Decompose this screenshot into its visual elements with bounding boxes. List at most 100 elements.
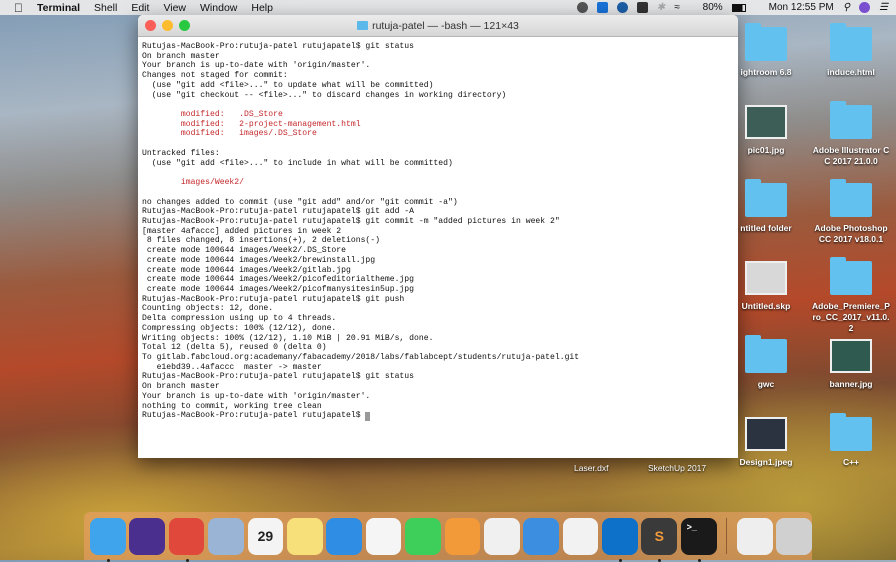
minimize-button[interactable] xyxy=(162,20,173,31)
notification-center-icon[interactable]: ☰ xyxy=(879,2,888,13)
terminal-output[interactable]: Rutujas-MacBook-Pro:rutuja-patel rutujap… xyxy=(138,37,738,426)
dock-itunes-icon[interactable] xyxy=(562,517,599,555)
dock-teamviewer-icon[interactable] xyxy=(602,517,638,562)
running-indicator xyxy=(658,558,662,562)
dock-photos-icon[interactable] xyxy=(365,517,402,555)
running-indicator xyxy=(107,558,110,562)
image-thumbnail-icon xyxy=(745,417,787,451)
dock-notes-icon[interactable] xyxy=(286,517,323,555)
window-title-bar[interactable]: rutuja-patel — -bash — 121×43 xyxy=(138,15,738,37)
desktop-icon-label: ntitled folder xyxy=(740,223,792,233)
desktop-label-sketchup[interactable]: SketchUp 2017 xyxy=(648,463,706,473)
terminal-line: On branch master xyxy=(142,382,220,392)
terminal-line: e1ebd39..4afaccc master -> master xyxy=(142,362,322,372)
close-button[interactable] xyxy=(145,20,156,31)
zoom-button[interactable] xyxy=(179,20,190,31)
menu-edit[interactable]: Edit xyxy=(131,2,149,14)
terminal-line: 8 files changed, 8 insertions(+), 2 dele… xyxy=(142,236,380,246)
teamviewer-icon[interactable] xyxy=(596,2,608,13)
dock-numbers-icon[interactable] xyxy=(483,517,520,555)
folder-icon xyxy=(745,179,787,217)
battery-percent[interactable]: 80% xyxy=(703,2,723,13)
dock-chrome-icon[interactable] xyxy=(168,517,205,562)
terminal-line: Your branch is up-to-date with 'origin/m… xyxy=(142,391,371,401)
desktop-icon[interactable]: C++ xyxy=(811,413,891,468)
battery-icon[interactable] xyxy=(731,3,746,12)
menu-view[interactable]: View xyxy=(163,2,186,14)
dock-document-icon[interactable] xyxy=(736,517,773,555)
dock-finder-icon[interactable] xyxy=(90,517,126,562)
desktop-icon[interactable]: banner.jpg xyxy=(811,339,891,390)
menu-bar:  Terminal Shell Edit View Window Help ✱… xyxy=(0,0,896,15)
desktop-icon[interactable]: Design1.jpeg xyxy=(726,417,806,468)
desktop-icon-label: Design1.jpeg xyxy=(739,457,793,467)
desktop-icon[interactable]: Adobe Photoshop CC 2017 v18.0.1 xyxy=(811,179,891,245)
desktop-icon-label: ightroom 6.8 xyxy=(740,67,792,77)
desktop-label-laser[interactable]: Laser.dxf xyxy=(574,463,609,473)
dock-calendar-icon[interactable]: 29 xyxy=(247,517,284,555)
terminal-line: [master 4afaccc] added pictures in week … xyxy=(142,226,342,236)
dock-pages-icon[interactable] xyxy=(444,517,481,555)
desktop-icon-label: pic01.jpg xyxy=(747,145,785,155)
image-thumbnail-icon xyxy=(745,105,787,139)
desktop-icon[interactable]: Untitled.skp xyxy=(726,261,806,312)
desktop-icon[interactable]: Adobe_Premiere_Pro_CC_2017_v11.0.2 xyxy=(811,257,891,334)
menu-help[interactable]: Help xyxy=(251,2,273,14)
terminal-line: Rutujas-MacBook-Pro:rutuja-patel rutujap… xyxy=(142,207,414,217)
clock[interactable]: Mon 12:55 PM xyxy=(769,2,834,13)
menu-shell[interactable]: Shell xyxy=(94,2,117,14)
creative-cloud-icon[interactable] xyxy=(576,2,588,13)
terminal-line: To gitlab.fabcloud.org:academany/fabacad… xyxy=(142,353,580,362)
terminal-line: no changes added to commit (use "git add… xyxy=(142,197,458,207)
desktop-icon-label: Adobe Photoshop CC 2017 v18.0.1 xyxy=(814,223,888,244)
dock-separator xyxy=(726,518,728,554)
bluetooth-icon[interactable]: ✱ xyxy=(657,2,665,13)
malwarebytes-icon[interactable] xyxy=(636,2,648,13)
dock-mail-icon[interactable] xyxy=(208,517,244,555)
terminal-line: Delta compression using up to 4 threads. xyxy=(142,314,337,324)
terminal-line: create mode 100644 images/Week2/picofedi… xyxy=(142,275,414,285)
dock-siri-icon[interactable] xyxy=(129,517,166,555)
desktop-icon-label: gwc xyxy=(757,379,775,389)
desktop-icon-label: induce.html xyxy=(827,67,875,77)
desktop-icon[interactable]: Adobe Illustrator CC 2017 21.0.0 xyxy=(811,101,891,167)
dock-facetime-icon[interactable] xyxy=(405,517,441,555)
terminal-line: Your branch is up-to-date with 'origin/m… xyxy=(142,61,371,71)
terminal-line: (use "git add <file>..." to update what … xyxy=(142,80,434,90)
siri-icon[interactable] xyxy=(859,2,871,13)
app-status-icon[interactable] xyxy=(616,2,628,13)
dock-sublime-text-icon[interactable]: S xyxy=(641,517,678,562)
wifi-icon[interactable]: ≈ xyxy=(674,2,680,13)
terminal-line: Rutujas-MacBook-Pro:rutuja-patel rutujap… xyxy=(142,216,560,226)
desktop-icon[interactable]: gwc xyxy=(726,335,806,390)
desktop-icon[interactable]: ightroom 6.8 xyxy=(726,23,806,78)
terminal-line: modified: 2-project-management.html xyxy=(142,119,361,129)
folder-icon xyxy=(745,23,787,61)
dock-icon-glyph: >_ xyxy=(686,521,697,532)
terminal-line: create mode 100644 images/Week2/gitlab.j… xyxy=(142,265,351,275)
dock-safari-icon[interactable] xyxy=(326,517,363,555)
terminal-line: On branch master xyxy=(142,51,220,61)
desktop-icon[interactable]: induce.html xyxy=(811,23,891,78)
menu-window[interactable]: Window xyxy=(200,2,237,14)
desktop-icon[interactable]: ntitled folder xyxy=(726,179,806,234)
folder-icon xyxy=(830,257,872,295)
terminal-line: Rutujas-MacBook-Pro:rutuja-patel rutujap… xyxy=(142,42,414,51)
dock-keynote-icon[interactable] xyxy=(523,517,559,555)
desktop-icon[interactable]: pic01.jpg xyxy=(726,105,806,156)
terminal-window[interactable]: rutuja-patel — -bash — 121×43 Rutujas-Ma… xyxy=(138,15,738,458)
terminal-line: (use "git add <file>..." to include in w… xyxy=(142,158,453,168)
menu-app-name[interactable]: Terminal xyxy=(37,2,80,14)
dock-trash-icon[interactable] xyxy=(776,517,812,555)
terminal-line: Changes not staged for commit: xyxy=(142,71,288,81)
apple-menu-icon[interactable]:  xyxy=(14,1,23,15)
dock: 29 S >_ xyxy=(84,512,812,562)
spotlight-search-icon[interactable]: ⚲ xyxy=(843,2,850,13)
terminal-line: create mode 100644 images/Week2/brewinst… xyxy=(142,255,376,265)
terminal-line: create mode 100644 images/Week2/.DS_Stor… xyxy=(142,246,346,256)
window-title: rutuja-patel — -bash — 121×43 xyxy=(372,19,519,32)
desktop-icon-label: Untitled.skp xyxy=(741,301,791,311)
dock-terminal-icon[interactable]: >_ xyxy=(680,517,717,562)
